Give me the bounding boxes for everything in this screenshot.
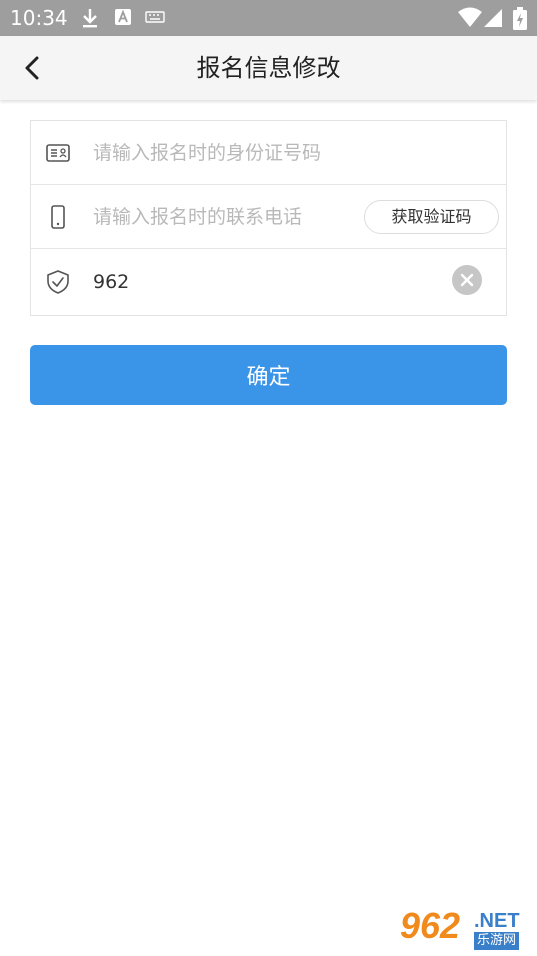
status-time: 10:34 xyxy=(10,6,68,30)
shield-check-icon xyxy=(47,270,69,294)
chevron-left-icon xyxy=(25,56,39,80)
download-icon xyxy=(83,9,97,28)
id-number-input[interactable] xyxy=(93,135,483,171)
keyboard-icon xyxy=(145,11,165,23)
site-watermark: 962 .NET 乐游网 xyxy=(398,906,532,952)
code-row xyxy=(31,250,506,314)
clear-input-button[interactable] xyxy=(452,265,482,295)
confirm-button[interactable]: 确定 xyxy=(30,345,507,405)
phone-icon xyxy=(51,205,65,229)
verification-code-input[interactable] xyxy=(93,264,433,300)
watermark-number: 962 xyxy=(400,905,461,946)
status-bar: 10:34 xyxy=(0,0,537,36)
app-bar: 报名信息修改 xyxy=(0,36,537,100)
wifi-icon xyxy=(458,7,482,27)
id-number-row xyxy=(31,121,506,185)
clear-circle-icon xyxy=(460,273,474,287)
watermark-name: 乐游网 xyxy=(474,932,520,950)
watermark-net: .NET xyxy=(474,910,520,932)
battery-icon xyxy=(513,7,527,30)
form-card: 获取验证码 xyxy=(30,120,507,316)
get-code-button[interactable]: 获取验证码 xyxy=(364,200,499,234)
signal-icon xyxy=(484,9,502,27)
back-button[interactable] xyxy=(14,50,50,86)
page-title: 报名信息修改 xyxy=(196,54,341,82)
phone-input[interactable] xyxy=(93,199,353,235)
id-card-icon xyxy=(46,144,70,162)
a-notification-icon xyxy=(115,9,131,25)
phone-row: 获取验证码 xyxy=(31,185,506,249)
